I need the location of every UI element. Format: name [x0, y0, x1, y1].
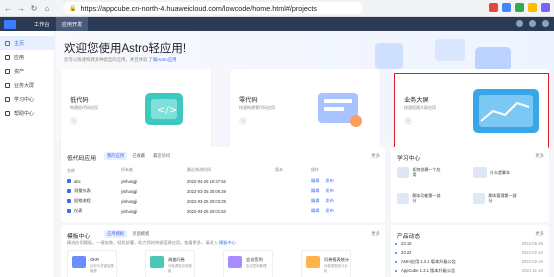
app-icon [67, 179, 71, 183]
template-thumb [150, 256, 164, 268]
extension-icon[interactable] [528, 3, 537, 12]
sidebar-item-apps[interactable]: 应用 [0, 50, 54, 64]
template-desc: 精选应用模板，一键安装，轻松部署，助力您的快速搭建应用。查看更多，请进入 模板中… [67, 240, 236, 245]
news-item[interactable]: 23.22 2022-02-24 [395, 248, 543, 257]
nocode-illustration-icon [318, 93, 362, 127]
edit-link[interactable]: 编辑 [311, 178, 319, 184]
logo-icon [4, 19, 16, 29]
news-item[interactable]: 23.10 2022-05-26 [395, 239, 543, 248]
app-icon [67, 189, 71, 193]
publish-link[interactable]: 发布 [325, 188, 333, 194]
table-row[interactable]: 测量仪表 yishangji 2022-03-25 20:06:29 编辑 发布 [67, 187, 355, 195]
arrow-right-icon[interactable]: › [239, 117, 247, 125]
reload-icon[interactable]: ↻ [29, 3, 39, 13]
help-icon [5, 110, 10, 116]
apps-icon [5, 54, 10, 60]
more-link[interactable]: 更多 [535, 153, 544, 159]
more-link[interactable]: 更多 [371, 231, 380, 237]
home-icon[interactable]: ⌂ [42, 3, 52, 13]
sidebar-item-learn[interactable]: 学习中心 [0, 92, 54, 106]
app-header: 工作台 应用开发 [0, 17, 554, 31]
video-thumbnail [473, 166, 487, 178]
table-row[interactable]: 投物流程 yishangji 2022-03-25 20:03:29 编辑 发布 [67, 197, 355, 205]
tab-app-templates[interactable]: 应用模板 [104, 230, 128, 238]
lock-icon: 🔒 [69, 5, 77, 12]
table-header: 名称 所有者 最近修改时间 版本 操作 [67, 167, 319, 173]
sidebar-item-home[interactable]: 主页 [0, 36, 54, 50]
template-thumb [306, 256, 320, 268]
assets-icon [5, 68, 10, 74]
edit-link[interactable]: 编辑 [311, 198, 319, 204]
page-title: 欢迎您使用Astro轻应用! [64, 43, 187, 55]
extension-icon[interactable] [515, 3, 524, 12]
browser-toolbar: ← → ↻ ⌂ 🔒 https://appcube.cn-north-4.hua… [0, 0, 554, 17]
app-icon [67, 199, 71, 203]
news-panel: 产品动态 更多 23.10 2022-05-26 23.22 2022-02-2… [391, 225, 549, 277]
template-card[interactable]: 问卷报表统计 问卷报表统计分析 [301, 250, 351, 277]
news-item[interactable]: AppCube 1.3.1 版本升级公告 2021-11-23 [395, 266, 543, 275]
sidebar-item-help[interactable]: 帮助中心 [0, 106, 54, 120]
main-content: 欢迎您使用Astro轻应用! 您可以快速构建多种类型的应用，并且体验 了解Ast… [55, 31, 554, 277]
tab-recent[interactable]: 最近访问 [150, 152, 173, 160]
address-bar[interactable]: 🔒 https://appcube.cn-north-4.huaweicloud… [63, 2, 363, 14]
table-row[interactable]: abc yishangji 2022-04-25 10:37:52 编辑 发布 [67, 177, 355, 185]
publish-link[interactable]: 发布 [325, 198, 333, 204]
forward-icon[interactable]: → [16, 3, 26, 13]
video-thumbnail [397, 192, 410, 204]
edit-link[interactable]: 编辑 [311, 208, 319, 214]
more-link[interactable]: 更多 [371, 153, 380, 159]
user-icon[interactable] [542, 20, 549, 27]
sidebar-item-dashboard[interactable]: 业务大屏 [0, 78, 54, 92]
more-link[interactable]: 更多 [535, 231, 544, 237]
profile-icon[interactable] [541, 3, 550, 12]
edit-link[interactable]: 编辑 [311, 188, 319, 194]
learn-item[interactable]: 脚本管理第一部分 [473, 191, 517, 205]
template-center-link[interactable]: 模板中心 [219, 240, 236, 245]
learn-item[interactable]: 脚本功能第一部分 [397, 191, 441, 205]
publish-link[interactable]: 发布 [325, 208, 333, 214]
tab-page-templates[interactable]: 页面模板 [129, 230, 152, 238]
learn-panel: 学习中心 更多 如何创建一个应用 什么是脚本 脚本功能第一部分 脚本管理第一部分 [391, 147, 549, 222]
sidebar-item-assets[interactable]: 资产 [0, 64, 54, 78]
extension-icon[interactable] [489, 3, 498, 12]
table-row[interactable]: 仪表 yishangji 2022-03-25 20:01:53 编辑 发布 [67, 207, 355, 215]
learn-item[interactable]: 如何创建一个应用 [397, 165, 441, 179]
tab-my-apps[interactable]: 我的应用 [104, 152, 128, 160]
url-text: https://appcube.cn-north-4.huaweicloud.c… [80, 3, 318, 13]
lowcode-panel: 低代码应用 我的应用 已收藏 最近访问 更多 名称 所有者 最近修改时间 版本 … [61, 147, 385, 222]
arrow-right-icon[interactable]: › [70, 117, 78, 125]
publish-link[interactable]: 发布 [325, 178, 333, 184]
template-card[interactable]: 调查问卷 问卷调查应用模板 [145, 250, 195, 277]
template-card[interactable]: OKR 目标与关键结果管理 [67, 250, 117, 277]
template-thumb [72, 256, 86, 268]
home-icon [5, 40, 10, 46]
lowcode-illustration-icon: </> [145, 93, 183, 125]
tab-app-dev[interactable]: 应用开发 [55, 17, 89, 31]
video-thumbnail [397, 166, 410, 178]
video-thumbnail [473, 192, 486, 204]
extension-icon[interactable] [502, 3, 511, 12]
sidebar: 主页 应用 资产 业务大屏 学习中心 帮助中心 [0, 31, 55, 277]
search-icon[interactable] [516, 20, 523, 27]
tab-favorites[interactable]: 已收藏 [129, 152, 148, 160]
tab-workbench[interactable]: 工作台 [28, 17, 56, 31]
learn-item[interactable]: 什么是脚本 [473, 165, 517, 179]
template-thumb [228, 256, 242, 268]
book-icon [5, 96, 10, 102]
news-item[interactable]: Astro应用 1.3.1 版本升级公告 2022-02-15 [395, 257, 543, 266]
template-card[interactable]: 会议签到 会议签到管理 [223, 250, 273, 277]
learn-link[interactable]: 了解Astro应用 [149, 57, 177, 62]
svg-text:</>: </> [157, 105, 177, 116]
back-icon[interactable]: ← [3, 3, 13, 13]
dashboard-icon [5, 82, 10, 88]
bell-icon[interactable] [529, 20, 536, 27]
app-icon [67, 209, 71, 213]
hero-subtitle: 您可以快速构建多种类型的应用，并且体验 了解Astro应用 [64, 57, 177, 62]
